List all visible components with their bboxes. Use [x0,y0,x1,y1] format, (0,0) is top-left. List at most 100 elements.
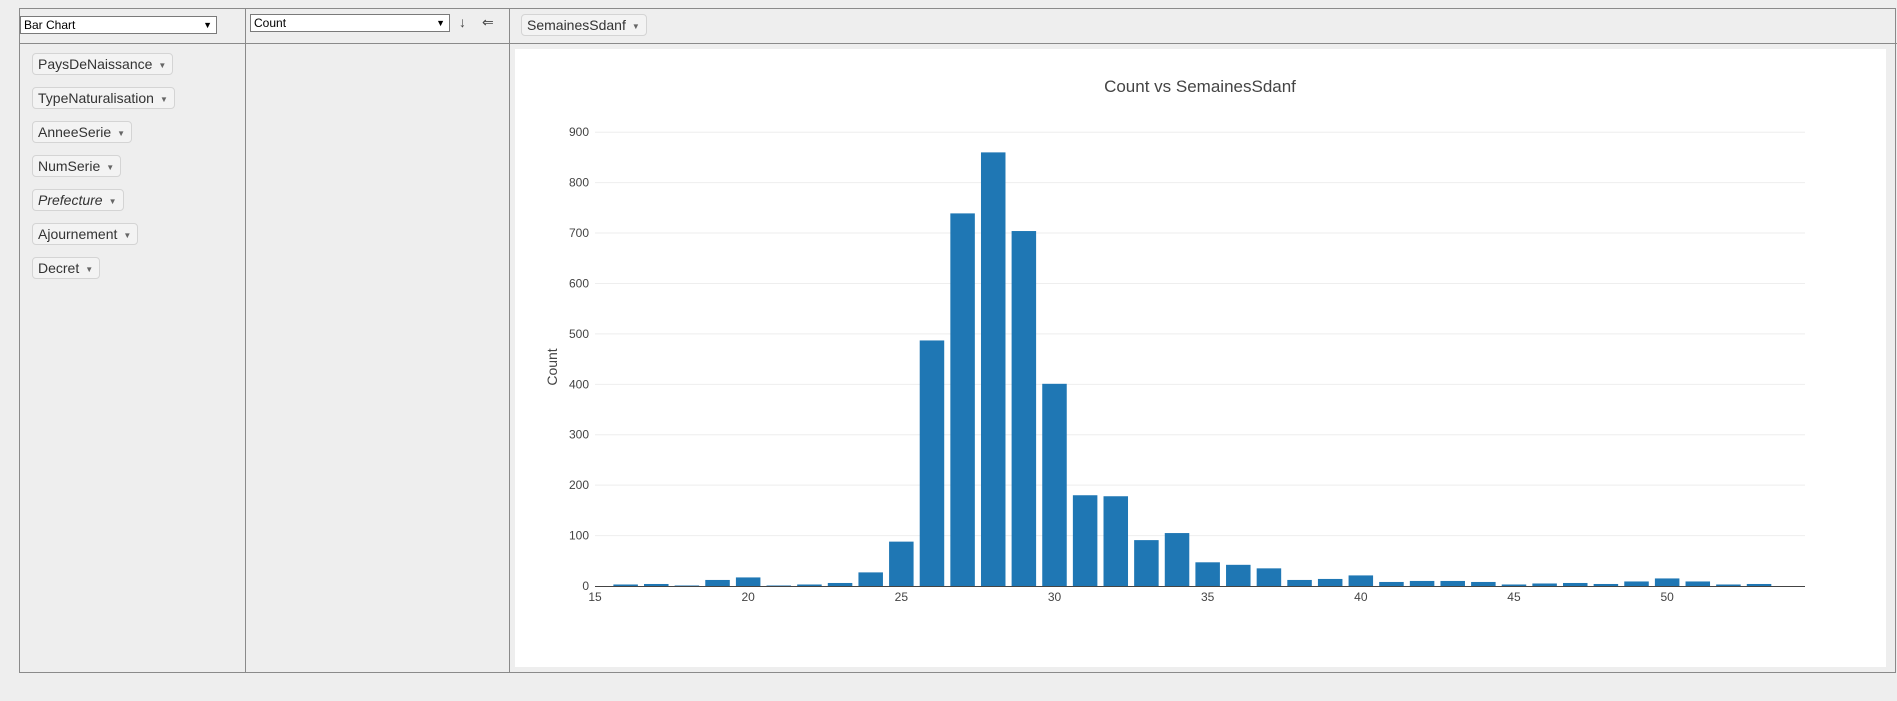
unused-attributes-area[interactable]: PaysDeNaissance ▼ TypeNaturalisation ▼ Ann… [20,44,246,673]
dropdown-triangle-icon[interactable]: ▼ [85,265,93,274]
renderer-select[interactable]: Bar Chart ▼ [20,16,217,34]
attribute-label: TypeNaturalisation [38,90,154,106]
bar[interactable] [1164,533,1190,586]
bar[interactable] [1593,583,1619,586]
grid-lines [595,131,1805,537]
chevron-down-icon: ▼ [436,18,445,28]
bar[interactable] [1195,562,1220,586]
y-tick-label: 900 [569,125,589,139]
bar[interactable] [1440,580,1465,586]
dropdown-triangle-icon[interactable]: ▼ [109,197,117,206]
bar[interactable] [705,579,730,586]
dropdown-triangle-icon[interactable]: ▼ [158,61,166,70]
attribute-label: SemainesSdanf [527,17,626,33]
x-tick-label: 30 [1048,590,1062,604]
bar-chart: 0100200300400500600700800900 15 20 25 30 35 4… [544,77,1805,604]
bar[interactable] [889,541,914,586]
attribute-label: PaysDeNaissance [38,56,153,72]
attribute-label: Ajournement [38,226,118,242]
x-axis-ticks: 15 20 25 30 35 40 45 50 [588,590,1674,604]
attribute-pill[interactable]: TypeNaturalisation ▼ [32,87,175,109]
aggregator-select[interactable]: Count ▼ [250,14,450,32]
bar[interactable] [1072,495,1098,586]
y-tick-label: 300 [569,428,589,442]
y-tick-label: 800 [569,176,589,190]
bar[interactable] [644,583,669,586]
chevron-down-icon: ▼ [203,20,212,30]
y-axis-ticks: 0100200300400500600700800900 [569,125,589,593]
y-tick-label: 700 [569,226,589,240]
bar[interactable] [1226,564,1251,586]
bar[interactable] [1532,583,1557,586]
dropdown-triangle-icon[interactable]: ▼ [106,163,114,172]
x-tick-label: 50 [1660,590,1674,604]
y-axis-label: Count [544,348,560,385]
bar[interactable] [1256,568,1282,586]
bar[interactable] [1654,578,1680,586]
bar[interactable] [1624,581,1649,586]
col-attribute-pill[interactable]: SemainesSdanf ▼ [521,14,647,36]
bar[interactable] [1042,383,1067,586]
chart-panel: 0 100 200 300 400 500 600 700 800 900 15 20 25 30 35 4… [515,49,1886,667]
bar[interactable] [613,584,638,586]
col-sort-order-icon[interactable]: ⇐ [482,14,494,30]
dropdown-triangle-icon[interactable]: ▼ [160,95,168,104]
renderer-cell: Bar Chart ▼ [20,9,246,44]
bar[interactable] [1348,575,1374,586]
x-tick-label: 20 [741,590,755,604]
attribute-pill[interactable]: Decret ▼ [32,257,101,279]
bar[interactable] [1287,579,1312,586]
bar[interactable] [1563,582,1588,586]
dropdown-triangle-icon[interactable]: ▼ [632,22,640,31]
row-attributes-area[interactable] [246,44,510,673]
renderer-select-value: Bar Chart [24,18,76,32]
y-tick-label: 600 [569,276,589,290]
bar[interactable] [919,340,945,586]
bar[interactable] [1716,584,1741,586]
bar[interactable] [797,584,822,586]
bar[interactable] [1501,584,1527,586]
bar[interactable] [1011,231,1037,587]
x-tick-label: 35 [1201,590,1215,604]
bar[interactable] [1471,581,1496,586]
attribute-pill[interactable]: PaysDeNaissance ▼ [32,53,174,75]
bar[interactable] [1685,581,1711,586]
bar[interactable] [858,572,883,586]
bar[interactable] [1409,580,1435,586]
attribute-pill[interactable]: Prefecture ▼ [32,189,124,211]
bar[interactable] [1379,581,1404,586]
bar[interactable] [766,585,792,586]
y-tick-label: 100 [569,529,589,543]
bar[interactable] [674,585,700,586]
x-tick-label: 40 [1354,590,1368,604]
bars [613,152,1772,587]
y-tick-label: 200 [569,478,589,492]
x-tick-label: 45 [1507,590,1521,604]
aggregator-cell: Count ▼ ↓ ⇐ [246,9,510,44]
column-attributes-area[interactable]: SemainesSdanf ▼ [510,9,1897,44]
row-sort-order-icon[interactable]: ↓ [459,14,466,30]
chart-title: Count vs SemainesSdanf [1104,77,1296,96]
attribute-pill[interactable]: NumSerie ▼ [32,155,122,177]
bar[interactable] [1103,496,1129,586]
attribute-label: NumSerie [38,158,101,174]
attribute-pill[interactable]: AnneeSerie ▼ [32,121,133,143]
bar[interactable] [980,152,1006,586]
dropdown-triangle-icon[interactable]: ▼ [117,129,125,138]
attribute-pill[interactable]: Ajournement ▼ [32,223,139,245]
y-tick-label: 400 [569,377,589,391]
bar[interactable] [1746,583,1772,586]
bar[interactable] [827,582,853,586]
bar[interactable] [1317,578,1343,586]
bar[interactable] [950,213,975,586]
dropdown-triangle-icon[interactable]: ▼ [123,231,131,240]
bar[interactable] [735,577,761,586]
bar[interactable] [1134,540,1159,586]
attribute-label: Prefecture [38,192,103,208]
y-tick-label: 500 [569,327,589,341]
attribute-label: AnneeSerie [38,124,112,140]
attribute-label: Decret [38,260,80,276]
x-tick-label: 25 [895,590,909,604]
aggregator-select-value: Count [254,16,287,30]
x-tick-label: 15 [588,590,602,604]
